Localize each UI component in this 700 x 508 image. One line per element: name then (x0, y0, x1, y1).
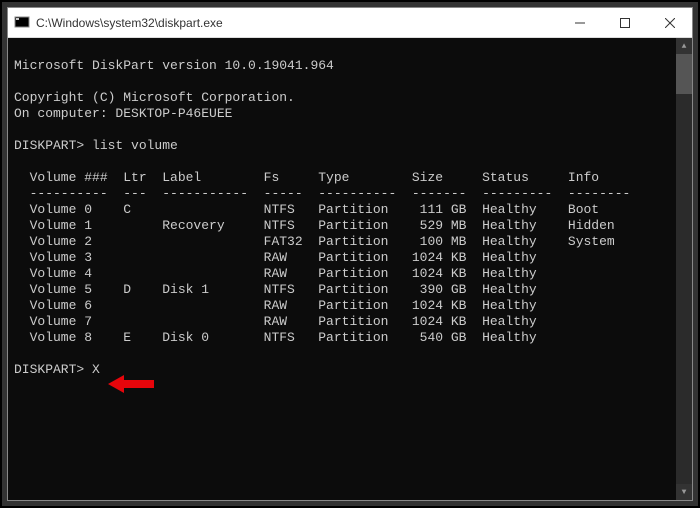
scroll-down-button[interactable]: ▼ (676, 484, 692, 500)
app-icon (14, 15, 30, 31)
minimize-button[interactable] (557, 8, 602, 37)
scrollbar[interactable]: ▲ ▼ (676, 38, 692, 500)
scroll-thumb[interactable] (676, 54, 692, 94)
titlebar[interactable]: C:\Windows\system32\diskpart.exe (8, 8, 692, 38)
terminal-area: Microsoft DiskPart version 10.0.19041.96… (8, 38, 692, 500)
scroll-up-button[interactable]: ▲ (676, 38, 692, 54)
close-button[interactable] (647, 8, 692, 37)
terminal-output[interactable]: Microsoft DiskPart version 10.0.19041.96… (8, 38, 676, 500)
diskpart-window: C:\Windows\system32\diskpart.exe Microso… (7, 7, 693, 501)
titlebar-path: C:\Windows\system32\diskpart.exe (36, 16, 557, 30)
maximize-button[interactable] (602, 8, 647, 37)
window-controls (557, 8, 692, 37)
